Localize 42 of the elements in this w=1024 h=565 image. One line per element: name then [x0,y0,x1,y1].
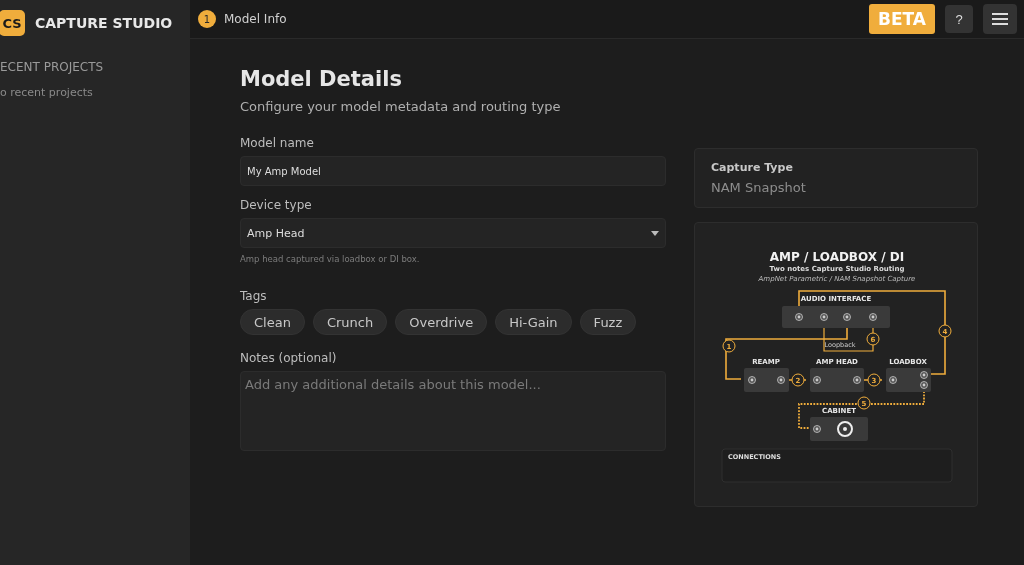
empty-message: o recent projects [0,86,94,99]
field-label: Tags [240,289,268,303]
device-block [744,368,789,392]
tag-chip[interactable]: Clean [240,309,305,335]
notes-field[interactable]: Add any additional details about this model... [240,371,666,451]
step-number: 1 [198,10,216,28]
capture-type-label: Capture Type [711,161,794,174]
jack-icon [853,376,861,384]
device-block [810,368,864,392]
tag-chip[interactable]: Hi-Gain [495,309,572,335]
model-name-field[interactable]: My Amp Model [240,156,666,186]
jack-icon [889,376,897,384]
field-label: Model name [240,136,315,150]
jack-icon [813,425,821,433]
menu-button[interactable] [983,4,1017,34]
jack-icon [843,313,851,321]
help-button[interactable]: ? [945,5,973,33]
diagram-title: AMP / LOADBOX / DI [769,250,905,264]
sidebar-heading: ECENT PROJECTS [0,60,105,74]
app-logo: CS [0,10,25,36]
tag-chip[interactable]: Fuzz [579,309,637,335]
jack-icon [813,376,821,384]
caret-icon [651,230,659,236]
jack-icon [820,313,828,321]
tag-chip[interactable]: Crunch [312,309,388,335]
field-hint: Amp head captured via loadbox or DI box. [240,254,421,264]
jack-icon [795,313,803,321]
menu-icon [992,13,1008,25]
speaker-icon [837,421,853,437]
device-type-select[interactable]: Amp Head [240,218,666,248]
tag-chip[interactable]: Overdrive [395,309,488,335]
jack-icon [869,313,877,321]
jack-icon [777,376,785,384]
beta-badge: BETA [869,4,935,34]
capture-type-value: NAM Snapshot [711,180,807,195]
field-label: Notes (optional) [240,351,338,365]
step-label: Model Info [224,12,288,26]
jack-icon [748,376,756,384]
field-label: Device type [240,198,313,212]
app-name: CAPTURE STUDIO [35,15,173,31]
page-title: Model Details [240,67,403,91]
page-subtitle: Configure your model metadata and routing type [240,99,562,114]
